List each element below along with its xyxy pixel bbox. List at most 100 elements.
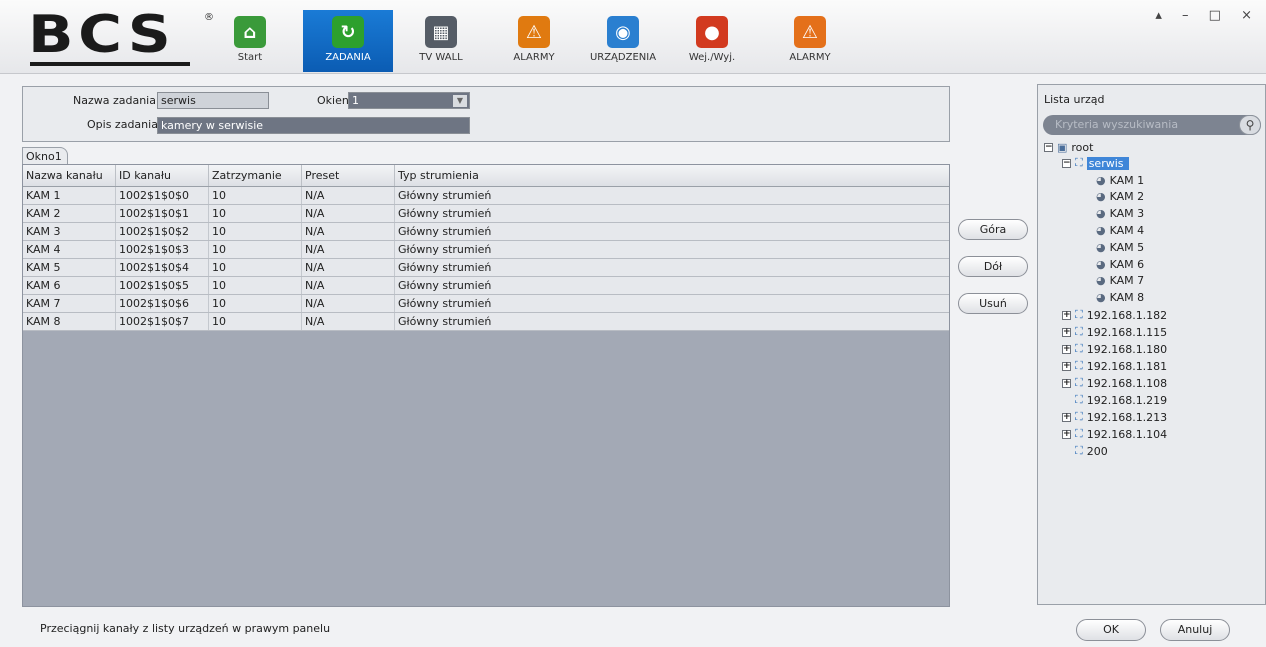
table-cell: N/A bbox=[302, 259, 395, 276]
remove-button[interactable]: Usuń bbox=[958, 293, 1028, 314]
expand-icon[interactable]: + bbox=[1062, 412, 1071, 422]
nav-start-button[interactable]: ⌂ Start bbox=[205, 10, 295, 72]
table-row[interactable]: KAM 6 1002$1$0$5 10 N/A Główny strumień bbox=[23, 277, 949, 295]
nav-label: ZADANIA bbox=[325, 52, 371, 63]
move-up-button[interactable]: Góra bbox=[958, 219, 1028, 240]
tree-node-label: 192.168.1.180 bbox=[1086, 342, 1168, 356]
expand-icon[interactable]: + bbox=[1062, 310, 1071, 320]
tree-node-group[interactable]: − ⛶ serwis bbox=[1062, 155, 1129, 171]
ok-button[interactable]: OK bbox=[1076, 619, 1146, 641]
tree-node-camera[interactable]: ◕ KAM 4 bbox=[1096, 222, 1144, 238]
collapse-icon[interactable]: − bbox=[1062, 158, 1071, 168]
chevron-down-icon[interactable]: ▼ bbox=[453, 95, 467, 107]
table-cell: 10 bbox=[209, 313, 302, 330]
tree-node-device[interactable]: ⛶ 192.168.1.219 bbox=[1062, 392, 1167, 408]
column-header-preset[interactable]: Preset bbox=[302, 165, 395, 186]
network-icon: ⛶ bbox=[1075, 410, 1083, 423]
table-row[interactable]: KAM 4 1002$1$0$3 10 N/A Główny strumień bbox=[23, 241, 949, 259]
table-cell: Główny strumień bbox=[398, 243, 492, 256]
column-header-dwell[interactable]: Zatrzymanie bbox=[209, 165, 302, 186]
column-header-channel-name[interactable]: Nazwa kanału bbox=[23, 165, 116, 186]
tree-node-device[interactable]: + ⛶ 192.168.1.213 bbox=[1062, 409, 1167, 425]
tree-node-device[interactable]: + ⛶ 192.168.1.180 bbox=[1062, 341, 1167, 357]
expand-icon[interactable]: + bbox=[1062, 361, 1071, 371]
search-icon[interactable]: ⚲ bbox=[1239, 115, 1261, 135]
table-row[interactable]: KAM 8 1002$1$0$7 10 N/A Główny strumień bbox=[23, 313, 949, 331]
table-cell: KAM 5 bbox=[23, 259, 116, 276]
camera-icon: ◕ bbox=[1096, 240, 1106, 254]
logo-text: BCS bbox=[28, 5, 176, 65]
table-body: KAM 1 1002$1$0$0 10 N/A Główny strumień KAM 2… bbox=[23, 187, 949, 331]
tree-node-label: 192.168.1.181 bbox=[1086, 359, 1168, 373]
tree-node-device[interactable]: ⛶ 200 bbox=[1062, 443, 1108, 459]
table-row[interactable]: KAM 2 1002$1$0$1 10 N/A Główny strumień bbox=[23, 205, 949, 223]
tab-okno1[interactable]: Okno1 bbox=[22, 147, 68, 164]
tree-node-device[interactable]: + ⛶ 192.168.1.115 bbox=[1062, 324, 1167, 340]
device-search-input[interactable]: Kryteria wyszukiwania ⚲ bbox=[1043, 115, 1261, 135]
expand-icon[interactable]: + bbox=[1062, 429, 1071, 439]
alarm-icon: ⚠ bbox=[794, 16, 826, 48]
device-list-panel: Lista urząd Kryteria wyszukiwania ⚲ − ▣ ro… bbox=[1037, 84, 1266, 605]
nav-wej-wyj--button[interactable]: ● Wej./Wyj. bbox=[667, 10, 757, 72]
task-name-input[interactable]: serwis bbox=[157, 92, 269, 109]
tree-node-device[interactable]: + ⛶ 192.168.1.181 bbox=[1062, 358, 1167, 374]
collapse-icon[interactable]: − bbox=[1044, 142, 1053, 152]
tree-node-device[interactable]: + ⛶ 192.168.1.104 bbox=[1062, 426, 1167, 442]
column-header-stream-type[interactable]: Typ strumienia bbox=[395, 165, 949, 186]
nav-zadania-button[interactable]: ↻ ZADANIA bbox=[303, 10, 393, 72]
network-icon: ⛶ bbox=[1075, 427, 1083, 440]
table-cell: 1002$1$0$5 bbox=[116, 277, 209, 294]
tree-node-label: 192.168.1.182 bbox=[1086, 308, 1168, 322]
table-row[interactable]: KAM 3 1002$1$0$2 10 N/A Główny strumień bbox=[23, 223, 949, 241]
tree-node-device[interactable]: + ⛶ 192.168.1.182 bbox=[1062, 307, 1167, 323]
column-header-channel-id[interactable]: ID kanału bbox=[116, 165, 209, 186]
tree-node-label: 192.168.1.104 bbox=[1086, 427, 1168, 441]
tree-node-camera[interactable]: ◕ KAM 7 bbox=[1096, 273, 1144, 289]
nav-urządzenia-button[interactable]: ◉ URZĄDZENIA bbox=[578, 10, 668, 72]
tree-node-label: KAM 8 bbox=[1109, 291, 1145, 305]
tree-node-camera[interactable]: ◕ KAM 1 bbox=[1096, 172, 1144, 188]
network-icon: ⛶ bbox=[1075, 359, 1083, 372]
task-description-input[interactable]: kamery w serwisie bbox=[157, 117, 470, 134]
tree-node-label: 192.168.1.213 bbox=[1086, 410, 1168, 424]
network-icon: ⛶ bbox=[1075, 156, 1083, 169]
move-down-button[interactable]: Dół bbox=[958, 256, 1028, 277]
device-icon: ◉ bbox=[607, 16, 639, 48]
nav-label: ALARMY bbox=[789, 52, 831, 63]
tree-node-camera[interactable]: ◕ KAM 8 bbox=[1096, 290, 1144, 306]
table-cell: Główny strumień bbox=[398, 315, 492, 328]
tree-node-camera[interactable]: ◕ KAM 6 bbox=[1096, 256, 1144, 272]
table-header: Nazwa kanału ID kanału Zatrzymanie Prese… bbox=[23, 165, 949, 187]
table-row[interactable]: KAM 1 1002$1$0$0 10 N/A Główny strumień bbox=[23, 187, 949, 205]
nav-alarmy-button[interactable]: ⚠ ALARMY bbox=[765, 10, 855, 72]
tv-wall-icon: ▦ bbox=[425, 16, 457, 48]
table-cell: 10 bbox=[209, 241, 302, 258]
tree-node-label: KAM 7 bbox=[1109, 274, 1145, 288]
nav-tv-wall-button[interactable]: ▦ TV WALL bbox=[396, 10, 486, 72]
table-cell: 1002$1$0$3 bbox=[116, 241, 209, 258]
tree-node-label: KAM 3 bbox=[1109, 207, 1145, 221]
tree-node-camera[interactable]: ◕ KAM 3 bbox=[1096, 206, 1144, 222]
table-row[interactable]: KAM 7 1002$1$0$6 10 N/A Główny strumień bbox=[23, 295, 949, 313]
expand-icon[interactable]: + bbox=[1062, 327, 1071, 337]
windows-count-select[interactable]: 1 ▼ bbox=[348, 92, 470, 109]
tree-node-camera[interactable]: ◕ KAM 2 bbox=[1096, 189, 1144, 205]
logo-underline bbox=[30, 62, 190, 66]
camera-icon: ◕ bbox=[1096, 190, 1106, 204]
tree-node-label: KAM 2 bbox=[1109, 190, 1145, 204]
expand-icon[interactable]: + bbox=[1062, 344, 1071, 354]
cancel-button[interactable]: Anuluj bbox=[1160, 619, 1230, 641]
camera-icon: ◕ bbox=[1096, 257, 1106, 271]
home-icon: ⌂ bbox=[234, 16, 266, 48]
camera-icon: ◕ bbox=[1096, 291, 1106, 305]
device-list-title: Lista urząd bbox=[1044, 93, 1105, 106]
tree-node-device[interactable]: + ⛶ 192.168.1.108 bbox=[1062, 375, 1167, 391]
table-row[interactable]: KAM 5 1002$1$0$4 10 N/A Główny strumień bbox=[23, 259, 949, 277]
nav-alarmy-button[interactable]: ⚠ ALARMY bbox=[489, 10, 579, 72]
tree-node-root[interactable]: − ▣ root bbox=[1044, 139, 1093, 155]
table-cell: KAM 8 bbox=[23, 313, 116, 330]
expand-icon[interactable]: + bbox=[1062, 378, 1071, 388]
tree-node-camera[interactable]: ◕ KAM 5 bbox=[1096, 239, 1144, 255]
alarm-warning-icon: ⚠ bbox=[518, 16, 550, 48]
window-controls[interactable]: ▴ – □ × bbox=[1155, 8, 1260, 23]
